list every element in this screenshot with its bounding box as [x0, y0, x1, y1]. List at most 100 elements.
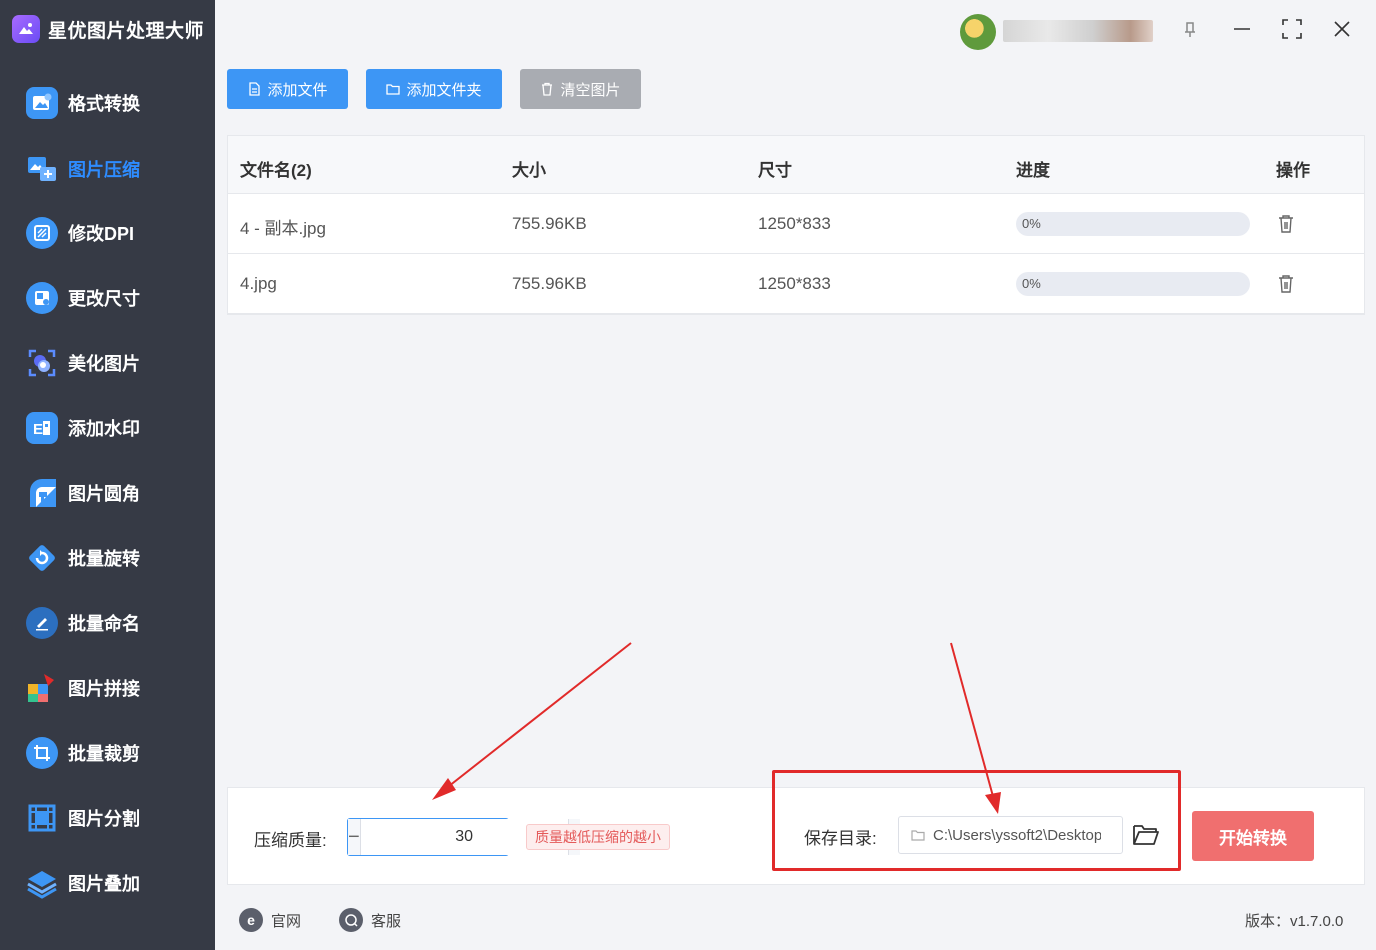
website-label: 官网: [271, 912, 302, 930]
annotation-arrow-quality: [443, 642, 632, 791]
progress-text: 0%: [1022, 276, 1041, 291]
close-button[interactable]: [1327, 14, 1357, 44]
progress-bar: 0%: [1016, 212, 1250, 236]
add-file-button[interactable]: 添加文件: [227, 69, 348, 109]
file-dimensions: 1250*833: [758, 214, 831, 233]
minimize-button[interactable]: [1227, 14, 1257, 44]
table-row[interactable]: 4 - 副本.jpg 755.96KB 1250*833 0%: [228, 194, 1364, 254]
column-header-dimensions[interactable]: 尺寸: [758, 156, 792, 181]
version-text: 版本：v1.7.0.0: [1245, 913, 1344, 930]
clear-images-button[interactable]: 清空图片: [520, 69, 641, 109]
watermark-icon: E: [26, 412, 58, 444]
sidebar-item-beautify[interactable]: 美化图片: [0, 338, 215, 388]
image-compress-icon: [26, 153, 58, 185]
quality-label: 压缩质量:: [254, 831, 327, 850]
image-format-icon: [26, 87, 58, 119]
website-link[interactable]: e 官网: [239, 908, 301, 932]
sidebar-item-format-convert[interactable]: 格式转换: [0, 78, 215, 128]
title-bar: uoyu22207020: [215, 0, 1376, 58]
sidebar-item-label: 图片压缩: [68, 160, 140, 180]
sidebar-item-label: 批量命名: [68, 614, 140, 634]
sidebar-item-image-compress[interactable]: 图片压缩: [0, 144, 215, 194]
file-table: 文件名(2) 大小 尺寸 进度 操作 4 - 副本.jpg 755.96KB 1…: [227, 135, 1365, 315]
file-name: 4 - 副本.jpg: [240, 219, 326, 238]
rotate-icon: [26, 542, 58, 574]
sidebar-item-label: 美化图片: [68, 354, 140, 374]
sidebar-item-image-stitch[interactable]: 图片拼接: [0, 663, 215, 713]
support-label: 客服: [371, 912, 402, 930]
column-header-action: 操作: [1276, 161, 1310, 180]
file-icon: [249, 82, 261, 96]
sidebar-item-batch-rename[interactable]: 批量命名: [0, 598, 215, 648]
delete-row-icon[interactable]: [1277, 274, 1295, 294]
file-size: 755.96KB: [512, 274, 587, 293]
dpi-icon: [26, 217, 58, 249]
sidebar-item-batch-rotate[interactable]: 批量旋转: [0, 533, 215, 583]
quality-stepper[interactable]: − +: [347, 818, 581, 856]
quality-hint-badge: 质量越低压缩的越小: [526, 824, 670, 850]
sidebar-item-label: 添加水印: [68, 419, 140, 439]
sidebar-item-modify-dpi[interactable]: 修改DPI: [0, 208, 215, 258]
support-link[interactable]: 客服: [339, 908, 401, 932]
sidebar-item-label: 修改DPI: [68, 224, 135, 244]
start-convert-button[interactable]: 开始转换: [1192, 811, 1314, 861]
app-logo-icon: [12, 15, 40, 43]
save-path-input[interactable]: C:\Users\yssoft2\Desktop: [898, 816, 1123, 854]
browse-folder-icon[interactable]: [1132, 822, 1160, 848]
file-name: 4.jpg: [240, 274, 277, 293]
column-header-size[interactable]: 大小: [512, 156, 546, 181]
sidebar-item-label: 图片叠加: [68, 874, 140, 894]
sidebar-item-resize[interactable]: 更改尺寸: [0, 273, 215, 323]
maximize-button[interactable]: [1277, 14, 1307, 44]
sidebar-item-label: 图片圆角: [68, 484, 140, 504]
table-row[interactable]: 4.jpg 755.96KB 1250*833 0%: [228, 254, 1364, 314]
save-path-text: C:\Users\yssoft2\Desktop: [933, 826, 1101, 844]
sidebar-item-label: 图片拼接: [68, 679, 140, 699]
folder-icon: [386, 84, 401, 95]
crop-icon: [26, 737, 58, 769]
puzzle-icon: [26, 672, 58, 704]
sidebar-item-image-split[interactable]: 图片分割: [0, 793, 215, 843]
sidebar-item-label: 更改尺寸: [68, 289, 140, 309]
delete-row-icon[interactable]: [1277, 214, 1295, 234]
app-title: 星优图片处理大师: [48, 20, 205, 42]
sidebar-item-label: 图片分割: [68, 809, 140, 829]
website-icon: e: [239, 908, 263, 932]
column-header-name[interactable]: 文件名(2): [240, 156, 312, 181]
add-folder-label: 添加文件夹: [406, 81, 482, 99]
column-header-progress[interactable]: 进度: [1016, 156, 1050, 181]
file-size: 755.96KB: [512, 214, 587, 233]
beautify-icon: [26, 347, 58, 379]
sidebar-item-watermark[interactable]: E 添加水印: [0, 403, 215, 453]
svg-text:E: E: [33, 421, 43, 438]
sidebar-item-label: 批量旋转: [68, 549, 140, 569]
brand: 星优图片处理大师: [0, 0, 215, 58]
user-name: uoyu22207020: [1003, 20, 1153, 42]
sidebar-item-rounded-corner[interactable]: 图片圆角: [0, 468, 215, 518]
add-folder-button[interactable]: 添加文件夹: [366, 69, 502, 109]
file-dimensions: 1250*833: [758, 274, 831, 293]
settings-panel: 压缩质量: − + 质量越低压缩的越小 保存目录: C:\Users\yssof…: [227, 787, 1365, 885]
sidebar-item-label: 批量裁剪: [68, 744, 140, 764]
resize-icon: [26, 282, 58, 314]
pin-icon[interactable]: [1175, 14, 1205, 44]
folder-icon: [911, 830, 925, 841]
annotation-arrow-save: [950, 642, 995, 801]
rounded-corner-icon: [26, 477, 58, 509]
add-file-label: 添加文件: [267, 81, 328, 99]
trash-icon: [542, 82, 553, 96]
avatar[interactable]: [960, 14, 996, 50]
progress-text: 0%: [1022, 216, 1041, 231]
rename-icon: [26, 607, 58, 639]
table-header: 文件名(2) 大小 尺寸 进度 操作: [228, 136, 1364, 194]
save-directory-label: 保存目录:: [804, 829, 877, 848]
split-icon: [26, 802, 58, 834]
decrement-button[interactable]: −: [348, 819, 360, 855]
sidebar-item-label: 格式转换: [68, 94, 140, 114]
sidebar: 星优图片处理大师 格式转换 图片压缩 修改DPI 更改尺寸 美化图片 E 添加水…: [0, 0, 215, 950]
clear-images-label: 清空图片: [560, 81, 621, 99]
sidebar-item-batch-crop[interactable]: 批量裁剪: [0, 728, 215, 778]
progress-bar: 0%: [1016, 272, 1250, 296]
sidebar-item-image-overlay[interactable]: 图片叠加: [0, 858, 215, 908]
chat-icon: [339, 908, 363, 932]
